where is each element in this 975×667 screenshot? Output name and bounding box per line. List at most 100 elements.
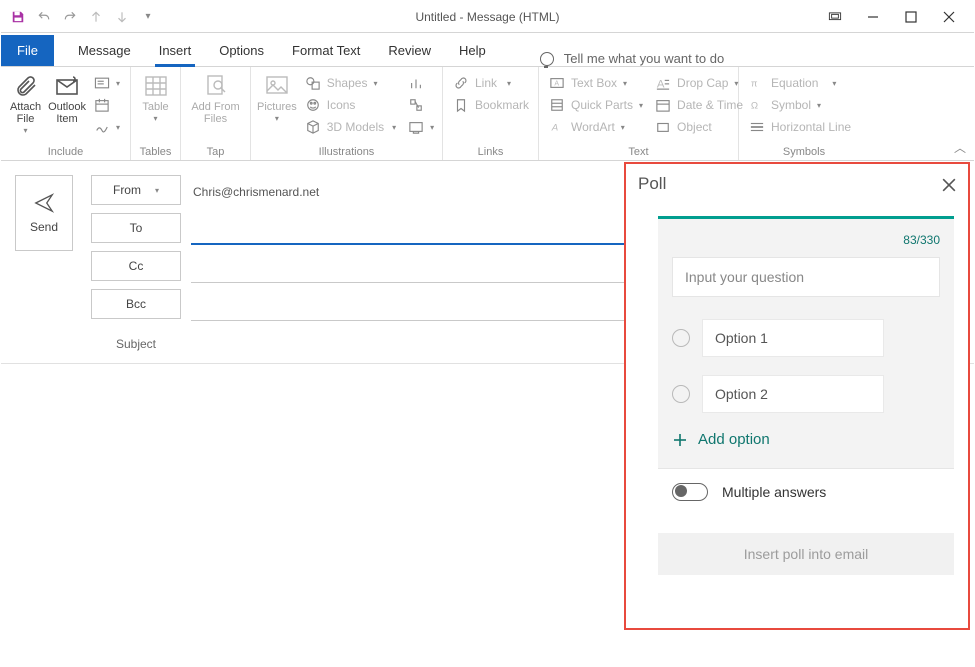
magnify-doc-icon: [201, 73, 231, 99]
table-button[interactable]: Table▾: [137, 71, 174, 124]
dropcap-icon: A: [655, 75, 671, 91]
group-label-illustrations: Illustrations: [257, 144, 436, 160]
symbol-button[interactable]: ΩSymbol▾: [745, 95, 855, 115]
tab-message[interactable]: Message: [64, 35, 145, 66]
tell-me-search[interactable]: Tell me what you want to do: [540, 51, 724, 66]
chart-icon: [408, 75, 424, 91]
tab-insert[interactable]: Insert: [145, 35, 206, 66]
prev-item-button[interactable]: [85, 6, 107, 28]
signature-button[interactable]: ▾: [90, 117, 124, 137]
multiple-answers-row: Multiple answers: [658, 468, 954, 515]
equation-button[interactable]: πEquation▾: [745, 73, 855, 93]
undo-button[interactable]: [33, 6, 55, 28]
add-from-files-button[interactable]: Add From Files: [187, 71, 244, 125]
envelope-clip-icon: [52, 73, 82, 99]
group-label-include: Include: [7, 144, 124, 160]
insert-poll-button[interactable]: Insert poll into email: [658, 533, 954, 575]
calendar-icon: [94, 97, 110, 113]
lightbulb-icon: [540, 52, 554, 66]
tab-options[interactable]: Options: [205, 35, 278, 66]
title-bar: ▾ Untitled - Message (HTML): [1, 1, 974, 33]
multiple-answers-toggle[interactable]: [672, 483, 708, 501]
bookmark-button[interactable]: Bookmark: [449, 95, 533, 115]
poll-option-row-2: Option 2: [672, 375, 940, 413]
tab-review[interactable]: Review: [374, 35, 445, 66]
datetime-icon: [655, 97, 671, 113]
wordart-icon: A: [549, 119, 565, 135]
calendar-button[interactable]: [90, 95, 124, 115]
poll-char-counter: 83/330: [672, 233, 940, 247]
save-button[interactable]: [7, 6, 29, 28]
quick-access-toolbar: ▾: [1, 6, 159, 28]
send-button[interactable]: Send: [15, 175, 73, 251]
reading-mode-button[interactable]: [828, 10, 842, 24]
shapes-icon: [305, 75, 321, 91]
close-window-button[interactable]: [942, 10, 956, 24]
tell-me-label: Tell me what you want to do: [564, 51, 724, 66]
poll-option-input-2[interactable]: Option 2: [702, 375, 884, 413]
poll-option-row-1: Option 1: [672, 319, 940, 357]
group-label-symbols: Symbols: [745, 144, 863, 160]
qat-customize-button[interactable]: ▾: [137, 6, 159, 28]
minimize-button[interactable]: [866, 10, 880, 24]
symbol-icon: Ω: [749, 97, 765, 113]
date-time-button[interactable]: Date & Time: [651, 95, 747, 115]
maximize-button[interactable]: [904, 10, 918, 24]
text-box-button[interactable]: AText Box▾: [545, 73, 647, 93]
svg-text:Ω: Ω: [751, 101, 758, 112]
poll-option-input-1[interactable]: Option 1: [702, 319, 884, 357]
textbox-icon: A: [549, 75, 565, 91]
3d-models-button[interactable]: 3D Models▾: [301, 117, 400, 137]
picture-icon: [262, 73, 292, 99]
bcc-button[interactable]: Bcc: [91, 289, 181, 319]
screenshot-button[interactable]: ▾: [404, 117, 438, 137]
drop-cap-button[interactable]: ADrop Cap▾: [651, 73, 747, 93]
tab-help[interactable]: Help: [445, 35, 500, 66]
poll-question-input[interactable]: Input your question: [672, 257, 940, 297]
quick-parts-button[interactable]: Quick Parts▾: [545, 95, 647, 115]
to-button[interactable]: To: [91, 213, 181, 243]
group-label-tap: Tap: [187, 144, 244, 160]
plus-icon: [672, 432, 688, 448]
radio-icon[interactable]: [672, 329, 690, 347]
horizontal-line-button[interactable]: Horizontal Line: [745, 117, 855, 137]
object-icon: [655, 119, 671, 135]
subject-label: Subject: [91, 337, 181, 351]
shapes-button[interactable]: Shapes▾: [301, 73, 400, 93]
object-button[interactable]: Object: [651, 117, 747, 137]
add-option-button[interactable]: Add option: [672, 431, 940, 448]
link-button[interactable]: Link▾: [449, 73, 533, 93]
card-icon: [94, 75, 110, 91]
smartart-button[interactable]: [404, 95, 438, 115]
attach-file-button[interactable]: Attach File▾: [7, 71, 44, 136]
send-icon: [33, 192, 55, 214]
tab-file[interactable]: File: [1, 35, 54, 66]
link-icon: [453, 75, 469, 91]
ribbon-tabs: File Message Insert Options Format Text …: [1, 33, 974, 67]
outlook-item-button[interactable]: Outlook Item: [48, 71, 86, 125]
from-button[interactable]: From▾: [91, 175, 181, 205]
poll-close-button[interactable]: [942, 177, 956, 191]
tab-format-text[interactable]: Format Text: [278, 35, 374, 66]
poll-title: Poll: [638, 174, 666, 194]
icons-icon: [305, 97, 321, 113]
collapse-ribbon-button[interactable]: ︿: [954, 139, 966, 156]
group-label-text: Text: [545, 144, 732, 160]
paperclip-icon: [11, 73, 41, 99]
icons-button[interactable]: Icons: [301, 95, 400, 115]
cube-icon: [305, 119, 321, 135]
business-card-button[interactable]: ▾: [90, 73, 124, 93]
group-label-tables: Tables: [137, 144, 174, 160]
pictures-button[interactable]: Pictures▾: [257, 71, 297, 124]
ribbon: Attach File▾ Outlook Item ▾ ▾ Include: [1, 67, 974, 161]
chart-button[interactable]: [404, 73, 438, 93]
poll-card: 83/330 Input your question Option 1 Opti…: [658, 216, 954, 468]
signature-icon: [94, 119, 110, 135]
svg-text:π: π: [751, 79, 758, 90]
next-item-button[interactable]: [111, 6, 133, 28]
wordart-button[interactable]: AWordArt▾: [545, 117, 647, 137]
radio-icon[interactable]: [672, 385, 690, 403]
hline-icon: [749, 119, 765, 135]
redo-button[interactable]: [59, 6, 81, 28]
cc-button[interactable]: Cc: [91, 251, 181, 281]
